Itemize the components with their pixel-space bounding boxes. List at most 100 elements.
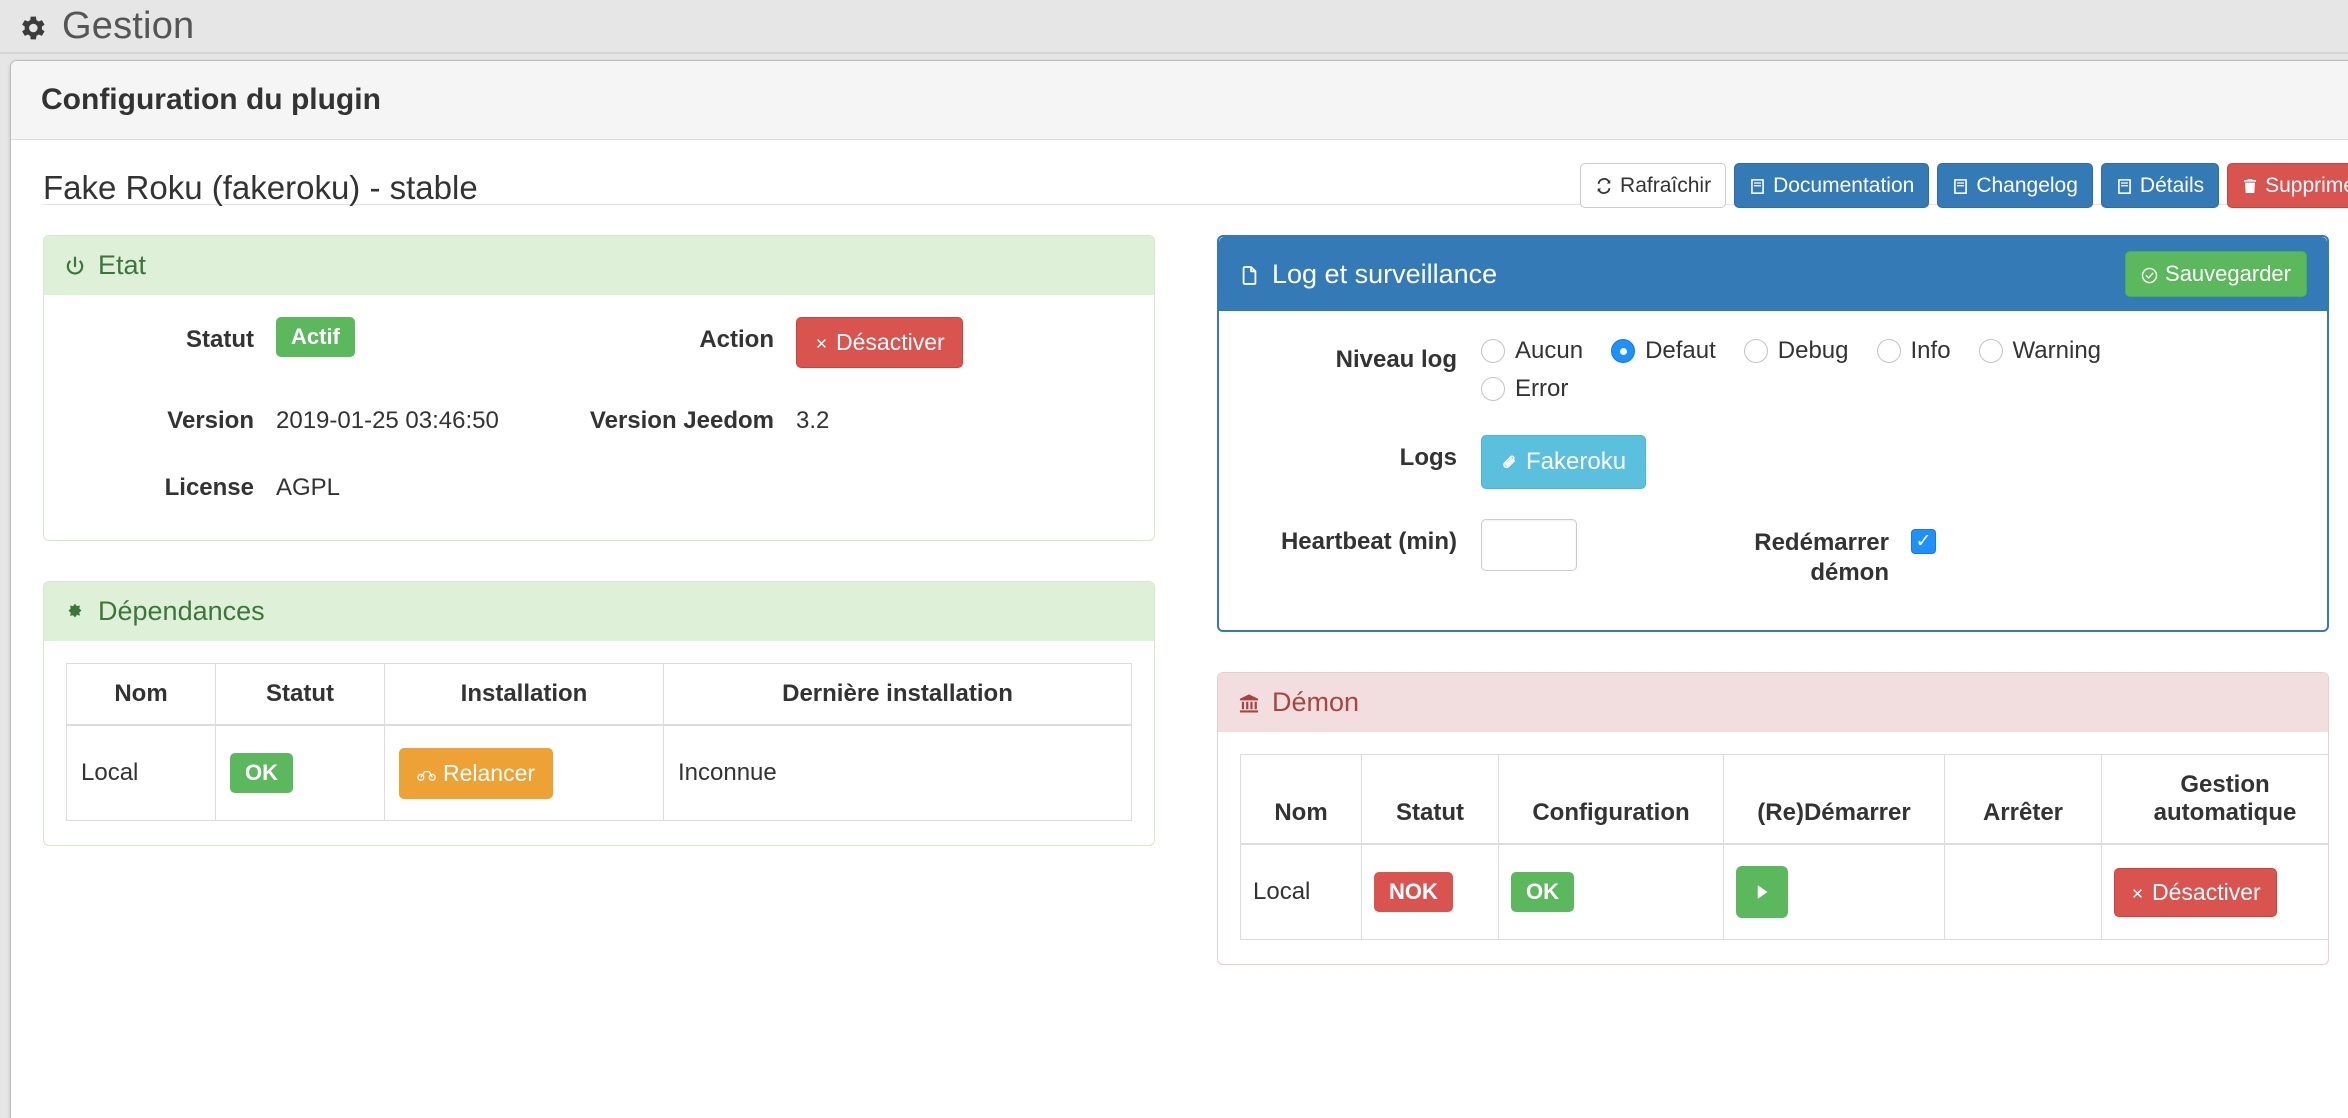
deactivate-plugin-label: Désactiver	[836, 329, 945, 355]
logs-value: Fakeroku	[1481, 435, 1647, 489]
save-button[interactable]: Sauvegarder	[2125, 251, 2307, 297]
dep-col-nom: Nom	[66, 663, 216, 726]
container-header: Configuration du plugin	[11, 61, 2348, 140]
restart-daemon-label: Redémarrer démon	[1754, 529, 1889, 586]
log-panel: Log et surveillance Sauvegarder Niveau l…	[1217, 235, 2329, 632]
dep-statut: OK	[215, 724, 385, 821]
panels-grid: Etat Statut Actif Action Désactiver Vers…	[11, 205, 2348, 1005]
statut-value: Actif	[276, 317, 576, 357]
table-row: Local OK Relancer Inconnue	[66, 724, 1132, 821]
dependances-panel: Dépendances Nom Statut Installation Dern…	[43, 581, 1155, 846]
demon-arreter	[1944, 843, 2102, 940]
version-jeedom-value: 3.2	[796, 407, 830, 434]
demon-nom: Local	[1240, 843, 1362, 940]
radio-label: Error	[1515, 375, 1569, 402]
radio-option-error[interactable]: Error	[1481, 375, 1568, 403]
status-badge: Actif	[276, 317, 355, 357]
radio-circle[interactable]	[1876, 339, 1901, 363]
refresh-button[interactable]: Rafraîchir	[1580, 163, 1727, 208]
radio-option-aucun[interactable]: Aucun	[1481, 337, 1583, 365]
details-button[interactable]: Détails	[2100, 163, 2220, 208]
documentation-button-label: Documentation	[1773, 174, 1915, 197]
book-icon	[1952, 175, 1969, 196]
power-icon	[64, 252, 86, 279]
dependances-panel-body: Nom Statut Installation Dernière install…	[44, 641, 1154, 845]
save-button-label: Sauvegarder	[2165, 261, 2291, 286]
radio-label: Debug	[1777, 337, 1849, 364]
statut-label: Statut	[186, 326, 254, 353]
table-header-row: Nom Statut Configuration (Re)Démarrer Ar…	[1240, 754, 2328, 845]
radio-option-defaut[interactable]: Defaut	[1611, 337, 1716, 365]
deactivate-plugin-button[interactable]: Désactiver	[796, 317, 963, 368]
file-icon	[1239, 261, 1260, 288]
check-circle-icon	[2141, 263, 2158, 285]
log-panel-title: Log et surveillance	[1272, 258, 1498, 289]
dep-col-installation: Installation	[384, 663, 664, 726]
demon-col-statut: Statut	[1361, 754, 1499, 845]
book-icon	[2116, 175, 2133, 196]
dependances-panel-title: Dépendances	[98, 596, 265, 626]
plugin-action-buttons: Rafraîchir Documentation Changelog Détai…	[1580, 163, 2348, 208]
logs-label: Logs	[1399, 444, 1457, 471]
gear-icon	[16, 8, 48, 43]
radio-label: Aucun	[1515, 337, 1584, 364]
restart-daemon-value: ✓	[1911, 519, 1936, 554]
radio-circle-selected[interactable]	[1611, 339, 1636, 363]
demon-gestion-automatique: Désactiver	[2101, 843, 2328, 940]
radio-circle[interactable]	[1481, 339, 1505, 363]
demon-redemarrer	[1723, 843, 1945, 940]
demon-panel-heading: Démon	[1218, 673, 2328, 732]
radio-circle[interactable]	[1978, 339, 2003, 363]
changelog-button[interactable]: Changelog	[1937, 163, 2093, 208]
heartbeat-input[interactable]	[1481, 519, 1577, 571]
relancer-button[interactable]: Relancer	[399, 747, 554, 799]
demon-config-badge: OK	[1511, 872, 1574, 912]
heartbeat-label: Heartbeat (min)	[1280, 528, 1457, 555]
log-row-heartbeat: Heartbeat (min) Redémarrer démon ✓	[1241, 519, 2305, 588]
action-value: Désactiver	[796, 317, 1056, 368]
radio-option-warning[interactable]: Warning	[1978, 337, 2101, 365]
radio-label: Info	[1910, 337, 1951, 364]
delete-button[interactable]: Supprimer	[2227, 163, 2348, 208]
dep-derniere: Inconnue	[663, 724, 1132, 821]
demon-deactivate-button[interactable]: Désactiver	[2114, 867, 2277, 917]
documentation-button[interactable]: Documentation	[1734, 163, 1930, 208]
version-jeedom-label: Version Jeedom	[589, 407, 774, 434]
niveau-log-label: Niveau log	[1335, 346, 1457, 373]
restart-daemon-checkbox[interactable]: ✓	[1911, 529, 1936, 554]
radio-circle[interactable]	[1743, 339, 1768, 363]
demon-table: Nom Statut Configuration (Re)Démarrer Ar…	[1240, 754, 2328, 940]
demon-statut: NOK	[1361, 843, 1499, 940]
play-icon[interactable]	[1736, 866, 1788, 918]
demon-col-redemarrer: (Re)Démarrer	[1723, 754, 1945, 845]
radio-circle[interactable]	[1481, 377, 1505, 401]
niveau-log-radio-group: Aucun Defaut Debug Info Warning Error	[1481, 337, 2281, 413]
details-button-label: Détails	[2139, 174, 2205, 197]
paperclip-icon	[1501, 450, 1519, 474]
radio-option-info[interactable]: Info	[1876, 337, 1951, 365]
times-icon	[814, 331, 829, 354]
log-row-niveau: Niveau log Aucun Defaut Debug Info Warni…	[1241, 337, 2305, 413]
dep-installation: Relancer	[384, 724, 664, 821]
demon-panel: Démon Nom Statut Configuration (Re)Démar…	[1217, 672, 2329, 965]
table-row: Local NOK OK Désactiver	[1240, 843, 2328, 940]
demon-panel-body: Nom Statut Configuration (Re)Démarrer Ar…	[1218, 732, 2328, 964]
etat-panel-title: Etat	[98, 250, 147, 280]
refresh-button-label: Rafraîchir	[1620, 174, 1712, 197]
etat-row-statut: Statut Actif Action Désactiver	[66, 317, 1132, 368]
cubes-icon	[64, 598, 86, 625]
trash-icon	[2242, 175, 2258, 196]
dep-col-derniere: Dernière installation	[663, 663, 1132, 726]
log-panel-heading: Log et surveillance Sauvegarder	[1219, 237, 2327, 311]
demon-col-nom: Nom	[1240, 754, 1362, 845]
etat-panel: Etat Statut Actif Action Désactiver Vers…	[43, 235, 1155, 541]
times-icon	[2130, 881, 2145, 904]
etat-row-license: License AGPL	[66, 465, 1132, 502]
changelog-button-label: Changelog	[1976, 174, 2078, 197]
demon-deactivate-label: Désactiver	[2152, 878, 2261, 905]
license-value: AGPL	[276, 474, 341, 501]
fakeroku-log-button[interactable]: Fakeroku	[1481, 435, 1647, 489]
radio-label: Defaut	[1645, 337, 1716, 364]
delete-button-label: Supprimer	[2265, 174, 2348, 197]
radio-option-debug[interactable]: Debug	[1743, 337, 1849, 365]
